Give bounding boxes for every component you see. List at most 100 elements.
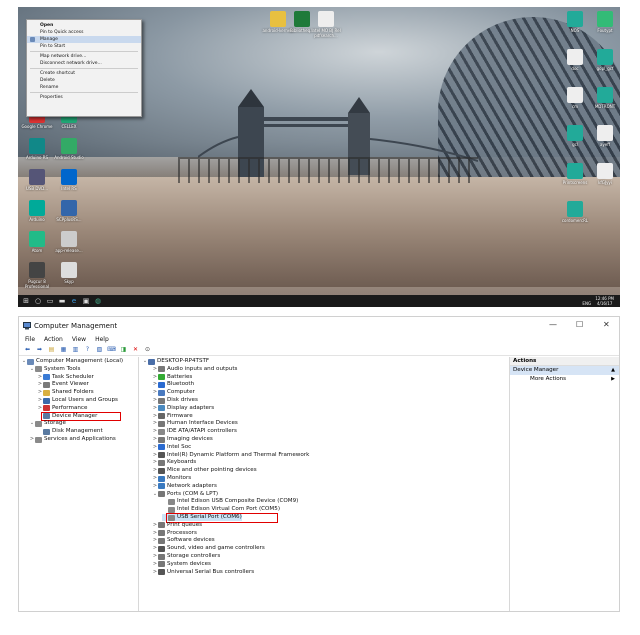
tree-node[interactable]: > Human Interface Devices: [152, 420, 238, 427]
show-hide-tree-icon[interactable]: ▦: [59, 346, 68, 354]
tree-node[interactable]: ⌄ DESKTOP-RP4TSTF: [142, 358, 209, 365]
tree-node[interactable]: > System devices: [152, 561, 211, 568]
context-menu-item[interactable]: Disconnect network drive...: [27, 60, 141, 67]
desktop-shortcut[interactable]: kfGJyyi: [588, 163, 620, 185]
context-menu-item[interactable]: Rename: [27, 84, 141, 91]
uninstall-icon[interactable]: ✕: [131, 346, 140, 354]
actions-section-device-manager[interactable]: Device Manager ▲: [510, 366, 619, 375]
desktop-shortcut[interactable]: Skyp: [52, 262, 86, 284]
context-menu-item[interactable]: Map network drive...: [27, 53, 141, 60]
tree-node[interactable]: > Batteries: [152, 374, 192, 381]
shortcut-label: gopl_gcf: [596, 66, 614, 71]
tree-node[interactable]: > Task Scheduler: [37, 374, 94, 381]
tree-node[interactable]: > Audio inputs and outputs: [152, 366, 237, 373]
tree-node[interactable]: > Network adapters: [152, 483, 217, 490]
tree-node[interactable]: > Event Viewer: [37, 381, 89, 388]
action-pane-icon[interactable]: ▧: [95, 346, 104, 354]
forward-icon[interactable]: ➡: [35, 346, 44, 354]
tree-node[interactable]: > Storage controllers: [152, 553, 220, 560]
desktop-shortcut[interactable]: Atom: [20, 231, 54, 253]
store-icon[interactable]: ▣: [82, 297, 90, 305]
tree-node[interactable]: Intel Edison USB Composite Device (COM9): [162, 498, 298, 505]
desktop-shortcut[interactable]: cm: [558, 87, 592, 109]
close-button[interactable]: ✕: [603, 320, 610, 329]
start-icon[interactable]: ⊞: [22, 297, 30, 305]
tree-node[interactable]: > IDE ATA/ATAPI controllers: [152, 428, 237, 435]
search-icon[interactable]: ○: [34, 297, 42, 305]
tree-node[interactable]: > Print queues: [152, 522, 202, 529]
tree-node[interactable]: > Imaging devices: [152, 436, 213, 443]
help-icon[interactable]: ?: [83, 346, 92, 354]
system-tray[interactable]: ENG 12:46 PM 4/16/17: [582, 296, 614, 306]
tree-node-label: Firmware: [167, 412, 193, 419]
context-menu-item[interactable]: Pin to Quick access: [27, 29, 141, 36]
collapse-icon[interactable]: ▲: [611, 366, 615, 375]
minimize-button[interactable]: —: [549, 320, 557, 329]
context-menu-item[interactable]: Manage: [27, 36, 141, 43]
desktop-shortcut[interactable]: NOS: [558, 11, 592, 33]
edge-icon[interactable]: e: [70, 297, 78, 305]
desktop-shortcut[interactable]: Arduino: [20, 200, 54, 222]
desktop-shortcut[interactable]: Android Studio: [52, 138, 86, 160]
desktop-shortcut[interactable]: app-release...: [52, 231, 86, 253]
context-menu-item[interactable]: Delete: [27, 77, 141, 84]
tree-node[interactable]: > Computer: [152, 389, 195, 396]
context-menu[interactable]: Open Pin to Quick access Manage Pin to Star…: [26, 19, 142, 117]
update-driver-icon[interactable]: ⊙: [143, 346, 152, 354]
task-view-icon[interactable]: ▭: [46, 297, 54, 305]
desktop-shortcut[interactable]: SCPplusRS...: [52, 200, 86, 222]
menu-view[interactable]: View: [72, 335, 86, 345]
desktop-shortcut[interactable]: Intel MO BJ Rel pdfsearch...: [309, 11, 343, 38]
tree-node[interactable]: > Firmware: [152, 413, 193, 420]
tree-node[interactable]: ⌄ Ports (COM & LPT): [152, 491, 218, 498]
tree-node[interactable]: > Disk drives: [152, 397, 198, 404]
tree-node[interactable]: > Intel Soc: [152, 444, 191, 451]
context-menu-item[interactable]: Properties: [27, 94, 141, 101]
context-menu-item[interactable]: Open: [27, 22, 141, 29]
desktop-shortcut[interactable]: cordomercRL: [558, 201, 592, 223]
tree-node[interactable]: > Intel(R) Dynamic Platform and Thermal F…: [152, 452, 309, 459]
tree-node[interactable]: > Services and Applications: [29, 436, 116, 443]
desktop-shortcut[interactable]: Printscreens: [558, 163, 592, 185]
desktop-shortcut[interactable]: ayeff: [588, 125, 620, 147]
tree-node[interactable]: > Processors: [152, 530, 197, 537]
tree-node[interactable]: > Keyboards: [152, 459, 196, 466]
tree-node[interactable]: > Bluetooth: [152, 381, 194, 388]
tree-node[interactable]: ⌄ Storage: [29, 420, 66, 427]
tree-node[interactable]: > Mice and other pointing devices: [152, 467, 257, 474]
tree-node[interactable]: Disk Management: [37, 428, 103, 435]
desktop-shortcut[interactable]: gopl_gcf: [588, 49, 620, 71]
tree-node[interactable]: > Universal Serial Bus controllers: [152, 569, 254, 576]
tree-node[interactable]: > Shared Folders: [37, 389, 94, 396]
desktop-shortcut[interactable]: USB DVD...: [20, 169, 54, 191]
menu-help[interactable]: Help: [95, 335, 109, 345]
tree-node[interactable]: ⌄ System Tools: [29, 366, 80, 373]
tree-node[interactable]: > Display adapters: [152, 405, 214, 412]
desktop-shortcut[interactable]: gcl: [558, 125, 592, 147]
tree-node[interactable]: > Sound, video and game controllers: [152, 545, 265, 552]
tree-node[interactable]: ⌄ Computer Management (Local): [21, 358, 123, 365]
desktop-shortcut[interactable]: Intel RS: [52, 169, 86, 191]
desktop-shortcut[interactable]: doc: [558, 49, 592, 71]
up-folder-icon[interactable]: ▤: [47, 346, 56, 354]
action-more-actions[interactable]: More Actions ▶: [510, 375, 619, 384]
properties-icon[interactable]: ▥: [71, 346, 80, 354]
back-icon[interactable]: ⬅: [23, 346, 32, 354]
scan-hardware-icon[interactable]: ⌨: [107, 346, 116, 354]
file-explorer-icon[interactable]: ▬: [58, 297, 66, 305]
device-category-icon: [158, 522, 165, 529]
context-menu-item[interactable]: Create shortcut: [27, 70, 141, 77]
tree-node[interactable]: > Software devices: [152, 537, 215, 544]
maximize-button[interactable]: ☐: [576, 320, 583, 329]
tree-node[interactable]: > Monitors: [152, 475, 191, 482]
tree-node[interactable]: > Local Users and Groups: [37, 397, 118, 404]
add-legacy-icon[interactable]: ◨: [119, 346, 128, 354]
app-icon[interactable]: ◍: [94, 297, 102, 305]
desktop-shortcut[interactable]: MDTRONT: [588, 87, 620, 109]
desktop-shortcut[interactable]: Arduino RS: [20, 138, 54, 160]
desktop-shortcut[interactable]: Foutypt: [588, 11, 620, 33]
menu-file[interactable]: File: [25, 335, 35, 345]
context-menu-item[interactable]: Pin to Start: [27, 43, 141, 50]
menu-action[interactable]: Action: [44, 335, 63, 345]
desktop-shortcut[interactable]: Pugcur 8 Professional: [20, 262, 54, 289]
